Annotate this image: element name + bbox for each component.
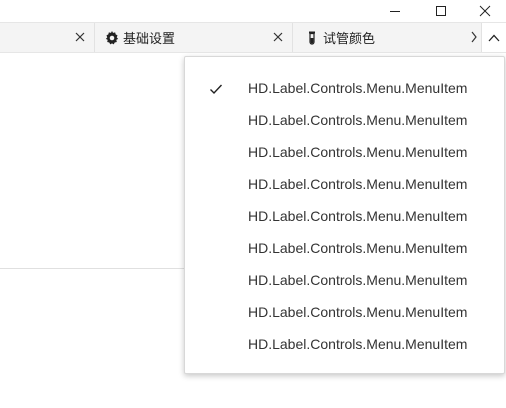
menu-item[interactable]: HD.Label.Controls.Menu.MenuItem (185, 232, 504, 264)
menu-item-label: HD.Label.Controls.Menu.MenuItem (248, 208, 468, 224)
gear-icon (105, 30, 119, 45)
menu-item-label: HD.Label.Controls.Menu.MenuItem (248, 240, 468, 256)
menu-item[interactable]: HD.Label.Controls.Menu.MenuItem (185, 168, 504, 200)
tab-label: 基础设置 (123, 31, 176, 46)
chevron-up-icon (488, 34, 500, 41)
menu-item-label: HD.Label.Controls.Menu.MenuItem (248, 144, 468, 160)
menu-item[interactable]: HD.Label.Controls.Menu.MenuItem (185, 296, 504, 328)
menu-item-label: HD.Label.Controls.Menu.MenuItem (248, 336, 468, 352)
tab-close-button[interactable] (272, 31, 284, 43)
tab-tube-color[interactable]: 试管颜色 (293, 23, 481, 52)
tab-label: 试管颜色 (323, 31, 376, 46)
close-icon (273, 32, 283, 42)
menu-item[interactable]: HD.Label.Controls.Menu.MenuItem (185, 72, 504, 104)
menu-item-label: HD.Label.Controls.Menu.MenuItem (248, 272, 468, 288)
menu-item[interactable]: HD.Label.Controls.Menu.MenuItem (185, 136, 504, 168)
tab-close-button[interactable] (74, 31, 86, 43)
tab-overflow-button[interactable] (481, 23, 506, 52)
title-bar (0, 0, 506, 22)
menu-item-label: HD.Label.Controls.Menu.MenuItem (248, 176, 468, 192)
menu-item-label: HD.Label.Controls.Menu.MenuItem (248, 80, 468, 96)
minimize-button[interactable] (372, 0, 418, 22)
menu-item-label: HD.Label.Controls.Menu.MenuItem (248, 112, 468, 128)
tab-overflow-menu: HD.Label.Controls.Menu.MenuItem HD.Label… (184, 56, 505, 374)
maximize-button[interactable] (418, 0, 464, 22)
maximize-icon (436, 6, 446, 16)
minimize-icon (390, 11, 400, 12)
tab-basic-settings[interactable]: 基础设置 (95, 23, 293, 52)
menu-item[interactable]: HD.Label.Controls.Menu.MenuItem (185, 104, 504, 136)
tab-bar: 基础设置 试管颜色 (0, 22, 506, 53)
tab-1[interactable] (0, 23, 95, 52)
chevron-right-icon (470, 31, 478, 46)
close-icon (479, 5, 491, 17)
check-icon (210, 84, 223, 95)
test-tube-icon (305, 31, 319, 45)
close-window-button[interactable] (464, 0, 506, 22)
menu-item[interactable]: HD.Label.Controls.Menu.MenuItem (185, 328, 504, 360)
menu-item-label: HD.Label.Controls.Menu.MenuItem (248, 304, 468, 320)
close-icon (75, 32, 85, 42)
content-divider (0, 268, 200, 269)
menu-item[interactable]: HD.Label.Controls.Menu.MenuItem (185, 264, 504, 296)
app-window: 基础设置 试管颜色 HD.Label.Controls.Menu.MenuIte… (0, 0, 506, 408)
menu-item[interactable]: HD.Label.Controls.Menu.MenuItem (185, 200, 504, 232)
